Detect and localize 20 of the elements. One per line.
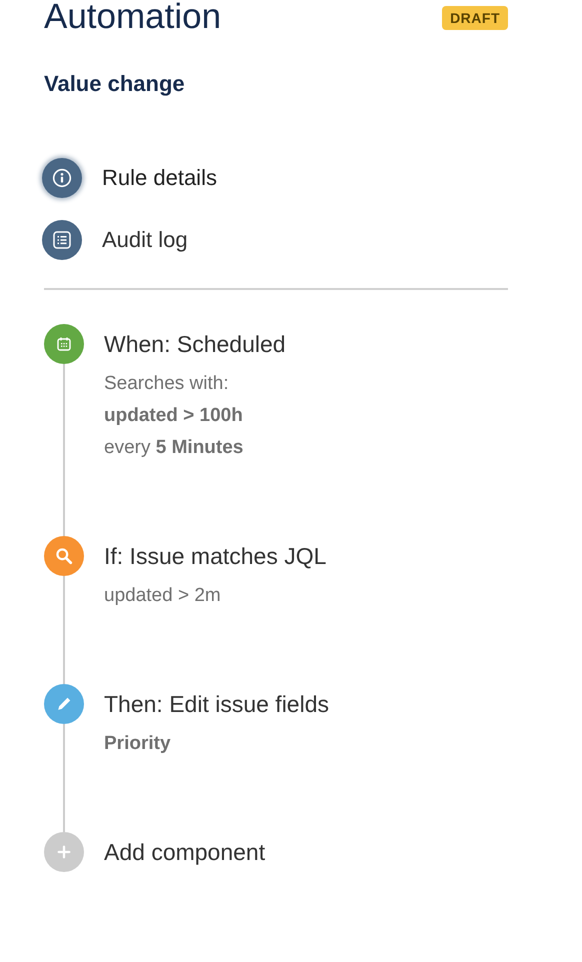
calendar-icon (56, 336, 72, 352)
step-title[interactable]: When: Scheduled (104, 324, 286, 364)
info-icon (52, 168, 72, 188)
status-badge: DRAFT (442, 6, 508, 30)
plus-icon (57, 845, 71, 859)
step-title[interactable]: Add component (104, 832, 266, 872)
step-title[interactable]: Then: Edit issue fields (104, 684, 330, 724)
page-title: Automation (44, 0, 222, 37)
list-icon (52, 230, 72, 250)
step-title[interactable]: If: Issue matches JQL (104, 536, 326, 576)
step-detail: updated > 2m (104, 584, 222, 608)
step-detail: every 5 Minutes (104, 436, 244, 460)
step-detail: updated > 100h (104, 404, 244, 428)
nav-item[interactable]: Rule details (42, 158, 508, 198)
step-detail: Priority (104, 732, 172, 756)
search-icon (55, 547, 73, 565)
rule-name: Value change (44, 70, 186, 98)
nav-item[interactable]: Audit log (42, 220, 508, 260)
pencil-icon (56, 696, 72, 712)
step-detail: Searches with: (104, 372, 230, 396)
